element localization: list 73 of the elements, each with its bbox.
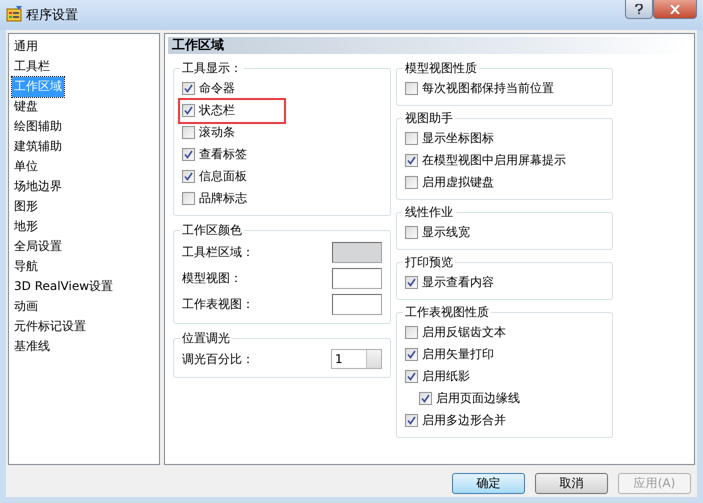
checkbox[interactable]	[405, 132, 418, 144]
number-spinner[interactable]: 1	[331, 349, 382, 369]
close-icon	[670, 4, 680, 14]
checkbox[interactable]	[419, 392, 432, 404]
checkbox[interactable]	[405, 176, 418, 188]
group-title: 视图助手	[404, 110, 454, 127]
field-label: 调光百分比：	[182, 350, 254, 368]
checkbox[interactable]	[405, 226, 418, 238]
color-swatch[interactable]	[332, 268, 382, 288]
group-title: 打印预览	[404, 254, 454, 271]
checkbox-label[interactable]: 查看标签	[199, 146, 247, 162]
checkbox-label[interactable]: 显示线宽	[422, 224, 470, 240]
dialog-button[interactable]: 确定	[452, 473, 525, 494]
checkbox[interactable]	[182, 82, 195, 94]
category-item[interactable]: 场地边界	[12, 177, 64, 197]
close-button[interactable]	[653, 0, 697, 19]
checkbox-label[interactable]: 信息面板	[199, 168, 247, 184]
help-icon	[635, 4, 643, 14]
category-item[interactable]: 建筑辅助	[12, 137, 64, 157]
color-swatch[interactable]	[332, 294, 382, 314]
checkbox-label[interactable]: 显示坐标图标	[422, 130, 494, 146]
field-label: 模型视图：	[182, 270, 242, 286]
checkbox[interactable]	[182, 104, 195, 116]
checkbox[interactable]	[405, 370, 418, 382]
group-title: 工作区颜色	[181, 222, 243, 239]
group-title: 工具显示：	[181, 60, 243, 77]
checkbox-label[interactable]: 在模型视图中启用屏幕提示	[422, 152, 566, 168]
category-item[interactable]: 键盘	[12, 97, 40, 117]
app-icon	[6, 6, 22, 22]
group-title: 线性作业	[404, 204, 454, 221]
checkbox[interactable]	[405, 414, 418, 426]
field-label: 工具栏区域：	[182, 244, 254, 260]
window-title: 程序设置	[26, 7, 78, 24]
category-item[interactable]: 导航	[12, 257, 40, 277]
category-item[interactable]: 元件标记设置	[12, 317, 88, 337]
checkbox[interactable]	[405, 276, 418, 288]
field-label: 工作表视图：	[182, 296, 254, 312]
help-button[interactable]	[625, 0, 653, 19]
group-title: 位置调光	[181, 330, 231, 347]
checkbox[interactable]	[405, 82, 418, 94]
checkbox[interactable]	[405, 348, 418, 360]
category-item[interactable]: 动画	[12, 297, 40, 317]
checkbox-label[interactable]: 启用多边形合并	[422, 412, 506, 428]
checkbox-label[interactable]: 滚动条	[199, 124, 235, 140]
checkbox[interactable]	[182, 170, 195, 182]
checkbox-label[interactable]: 状态栏	[199, 102, 235, 118]
checkbox-label[interactable]: 每次视图都保持当前位置	[422, 80, 554, 96]
checkbox[interactable]	[405, 326, 418, 338]
group-title: 工作表视图性质	[404, 304, 490, 321]
checkbox[interactable]	[182, 148, 195, 160]
checkbox[interactable]	[182, 126, 195, 138]
checkbox-label[interactable]: 启用矢量打印	[422, 346, 494, 362]
checkbox[interactable]	[182, 192, 195, 204]
category-item[interactable]: 通用	[12, 37, 40, 57]
category-item[interactable]: 基准线	[12, 337, 52, 357]
checkbox-label[interactable]: 命令器	[199, 80, 235, 96]
checkbox-label[interactable]: 品牌标志	[199, 190, 247, 206]
category-item[interactable]: 工具栏	[12, 57, 52, 77]
category-item[interactable]: 绘图辅助	[12, 117, 64, 137]
category-item[interactable]: 全局设置	[12, 237, 64, 257]
category-item[interactable]: 地形	[12, 217, 40, 237]
category-item[interactable]: 3D RealView设置	[12, 277, 116, 297]
color-swatch[interactable]	[332, 242, 382, 262]
checkbox-label[interactable]: 启用页面边缘线	[436, 390, 520, 406]
checkbox-label[interactable]: 显示查看内容	[422, 274, 494, 290]
checkbox[interactable]	[405, 154, 418, 166]
checkbox-label[interactable]: 启用虚拟键盘	[422, 174, 494, 190]
category-item[interactable]: 图形	[12, 197, 40, 217]
checkbox-label[interactable]: 启用纸影	[422, 368, 470, 384]
group-title: 模型视图性质	[404, 60, 478, 77]
checkbox-label[interactable]: 启用反锯齿文本	[422, 324, 506, 340]
category-item[interactable]: 单位	[12, 157, 40, 177]
dialog-button[interactable]: 取消	[535, 473, 608, 494]
